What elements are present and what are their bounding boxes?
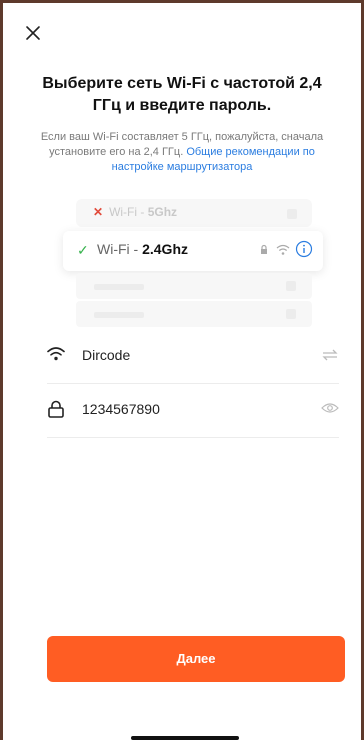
wifi-24ghz-card: ✓ Wi-Fi - 2.4Ghz xyxy=(63,231,323,271)
placeholder-bar xyxy=(94,312,144,318)
home-indicator[interactable] xyxy=(131,736,239,740)
cross-icon: ✕ xyxy=(93,205,104,219)
wifi-5ghz-prefix: Wi-Fi - xyxy=(109,205,148,219)
eye-icon[interactable] xyxy=(321,402,339,414)
placeholder-box xyxy=(287,209,297,219)
wifi-5ghz-band: 5Ghz xyxy=(147,205,178,219)
phone-screen: Выберите сеть Wi-Fi с частотой 2,4 ГГц и… xyxy=(0,0,364,740)
next-button[interactable]: Далее xyxy=(47,636,345,682)
password-value: 1234567890 xyxy=(82,401,160,417)
wifi-icon xyxy=(47,347,65,361)
placeholder-bar xyxy=(94,284,144,290)
placeholder-box xyxy=(286,309,296,319)
description: Если ваш Wi-Fi составляет 5 ГГц, пожалуй… xyxy=(37,130,327,175)
close-icon xyxy=(26,26,40,40)
wifi-icon xyxy=(276,244,290,255)
password-field[interactable]: 1234567890 xyxy=(47,383,339,438)
placeholder-network-row xyxy=(76,301,312,327)
wifi-24ghz-label: Wi-Fi - 2.4Ghz xyxy=(97,241,188,257)
close-button[interactable] xyxy=(25,25,47,47)
info-icon xyxy=(295,240,313,258)
ssid-value: Dircode xyxy=(82,347,131,363)
page-title: Выберите сеть Wi-Fi с частотой 2,4 ГГц и… xyxy=(42,75,322,114)
placeholder-box xyxy=(286,281,296,291)
ssid-field[interactable]: Dircode xyxy=(47,329,339,384)
wifi-24ghz-prefix: Wi-Fi - xyxy=(97,241,143,257)
placeholder-network-row xyxy=(76,273,312,299)
wifi-5ghz-label: ✕ Wi-Fi - 5Ghz xyxy=(93,205,177,219)
lock-icon xyxy=(261,244,267,254)
wifi-24ghz-band: 2.4Ghz xyxy=(142,241,188,257)
switch-network-icon[interactable] xyxy=(321,348,339,362)
check-icon: ✓ xyxy=(77,242,89,258)
lock-icon xyxy=(48,400,64,418)
